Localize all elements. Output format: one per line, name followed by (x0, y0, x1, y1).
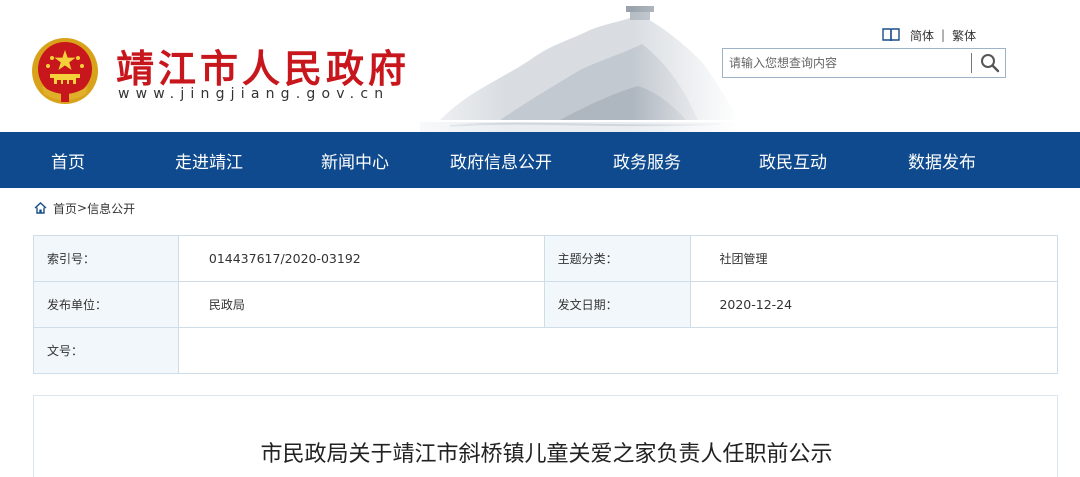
language-separator: | (941, 28, 946, 42)
topic-label: 主题分类： (543, 235, 692, 282)
simplified-chinese-link[interactable]: 简体 (910, 27, 934, 44)
search-icon (981, 54, 1000, 73)
search-input[interactable] (723, 49, 969, 77)
site-header: 靖江市人民政府 www.jingjiang.gov.cn 简体 | 繁体 (0, 0, 1080, 132)
nav-item-public-interaction[interactable]: 政民互动 (720, 132, 866, 188)
doc-number-label: 文号： (33, 327, 179, 374)
article-panel: 市民政局关于靖江市斜桥镇儿童关爱之家负责人任职前公示 (33, 395, 1058, 477)
search-button[interactable] (975, 49, 1005, 77)
info-table: 索引号： 014437617/2020-03192 主题分类： 社团管理 发布单… (33, 235, 1059, 374)
info-row: 索引号： 014437617/2020-03192 主题分类： 社团管理 (33, 235, 1058, 282)
breadcrumb: 首页 > 信息公开 (34, 199, 135, 217)
nav-item-data-release[interactable]: 数据发布 (866, 132, 1018, 188)
date-label: 发文日期： (543, 281, 692, 328)
site-title: 靖江市人民政府 (116, 46, 411, 91)
index-value: 014437617/2020-03192 (177, 235, 545, 282)
breadcrumb-home-link[interactable]: 首页 (53, 200, 77, 217)
site-url: www.jingjiang.gov.cn (118, 86, 390, 102)
traditional-chinese-link[interactable]: 繁体 (952, 27, 976, 44)
info-row: 发布单位： 民政局 发文日期： 2020-12-24 (33, 281, 1058, 328)
nav-item-gov-info-disclosure[interactable]: 政府信息公开 (428, 132, 574, 188)
info-row: 文号： (33, 327, 1059, 374)
nav-item-news-center[interactable]: 新闻中心 (282, 132, 428, 188)
publisher-label: 发布单位： (33, 281, 179, 328)
search-divider (971, 53, 972, 73)
language-switch: 简体 | 繁体 (882, 26, 976, 44)
nav-item-home[interactable]: 首页 (0, 132, 136, 188)
book-icon (882, 28, 900, 42)
nav-item-about-jingjiang[interactable]: 走进靖江 (136, 132, 282, 188)
main-nav: 首页 走进靖江 新闻中心 政府信息公开 政务服务 政民互动 数据发布 (0, 132, 1080, 188)
publisher-value: 民政局 (177, 281, 545, 328)
article-title: 市民政局关于靖江市斜桥镇儿童关爱之家负责人任职前公示 (260, 442, 833, 467)
landscape-illustration (380, 0, 740, 132)
national-emblem-icon (32, 38, 98, 104)
index-label: 索引号： (33, 235, 179, 282)
doc-number-value (177, 327, 1059, 374)
home-icon (34, 202, 47, 214)
breadcrumb-current-link[interactable]: 信息公开 (87, 200, 135, 217)
date-value: 2020-12-24 (690, 281, 1058, 328)
breadcrumb-separator: > (77, 201, 88, 215)
nav-item-gov-services[interactable]: 政务服务 (574, 132, 720, 188)
topic-value: 社团管理 (690, 235, 1058, 282)
search-box (722, 48, 1006, 78)
